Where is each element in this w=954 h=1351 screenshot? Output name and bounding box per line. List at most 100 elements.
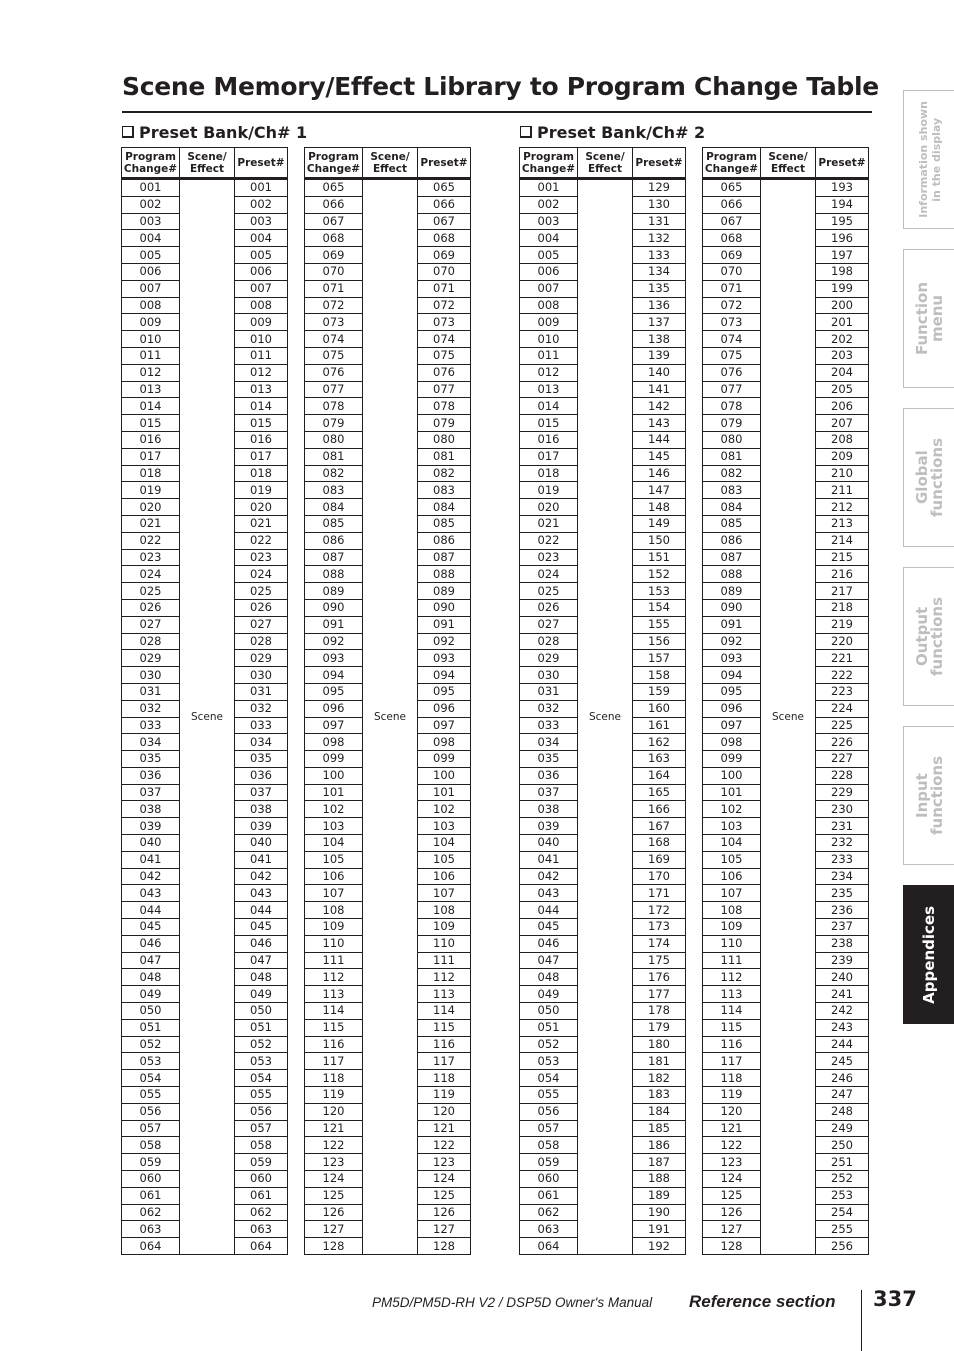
preset-cell: 144: [632, 430, 686, 449]
program-change-cell: 023: [519, 548, 578, 567]
scene-effect-cell: Scene: [362, 178, 418, 1255]
program-change-cell: 053: [121, 1052, 180, 1071]
side-tab-output-functions[interactable]: Output functions: [903, 567, 954, 706]
program-change-cell: 057: [519, 1119, 578, 1138]
preset-cell: 205: [815, 380, 869, 399]
preset-cell: 053: [234, 1052, 288, 1071]
preset-cell: 224: [815, 699, 869, 718]
program-change-cell: 025: [519, 582, 578, 600]
preset-cell: 182: [632, 1069, 686, 1088]
bank-2-table-b: Program Change# Scene/Effect Preset# 065 Scen…: [702, 147, 869, 1255]
preset-cell: 116: [417, 1035, 471, 1054]
preset-cell: 187: [632, 1153, 686, 1172]
program-change-cell: 102: [304, 800, 363, 819]
program-change-cell: 127: [304, 1220, 363, 1239]
program-change-cell: 011: [121, 346, 180, 365]
preset-cell: 226: [815, 733, 869, 752]
preset-cell: 178: [632, 1002, 686, 1020]
preset-cell: 089: [417, 582, 471, 600]
program-change-cell: 038: [121, 800, 180, 819]
header-scene-effect: Scene/Effect: [362, 147, 418, 180]
program-change-cell: 127: [702, 1220, 761, 1239]
program-change-cell: 034: [519, 733, 578, 752]
program-change-cell: 018: [519, 464, 578, 483]
preset-cell: 212: [815, 498, 869, 516]
side-tab-function-menu[interactable]: Function menu: [903, 249, 954, 388]
program-change-cell: 004: [519, 229, 578, 248]
program-change-cell: 119: [304, 1086, 363, 1104]
program-change-cell: 091: [304, 615, 363, 634]
preset-cell: 058: [234, 1136, 288, 1155]
preset-cell: 086: [417, 531, 471, 550]
program-change-cell: 049: [519, 985, 578, 1004]
program-change-cell: 101: [702, 783, 761, 802]
preset-cell: 230: [815, 800, 869, 819]
preset-cell: 227: [815, 750, 869, 768]
program-change-cell: 011: [519, 346, 578, 365]
title-rule: [122, 111, 872, 113]
preset-cell: 143: [632, 414, 686, 432]
preset-cell: 190: [632, 1203, 686, 1222]
program-change-cell: 099: [702, 750, 761, 768]
preset-cell: 170: [632, 867, 686, 886]
table-row: 001 Scene 129: [519, 178, 686, 1255]
preset-cell: 113: [417, 985, 471, 1004]
program-change-cell: 051: [519, 1018, 578, 1037]
program-change-cell: 029: [121, 649, 180, 668]
program-change-cell: 010: [519, 330, 578, 348]
side-tab-appendices[interactable]: Appendices: [903, 885, 954, 1024]
program-change-cell: 061: [121, 1186, 180, 1205]
program-change-cell: 100: [304, 766, 363, 785]
program-change-cell: 109: [702, 918, 761, 936]
program-change-cell: 103: [304, 817, 363, 836]
program-change-cell: 102: [702, 800, 761, 819]
preset-cell: 040: [234, 834, 288, 852]
program-change-cell: 115: [304, 1018, 363, 1037]
preset-cell: 251: [815, 1153, 869, 1172]
preset-cell: 134: [632, 262, 686, 281]
program-change-cell: 019: [519, 481, 578, 500]
preset-cell: 167: [632, 817, 686, 836]
program-change-cell: 038: [519, 800, 578, 819]
preset-cell: 206: [815, 397, 869, 416]
program-change-cell: 115: [702, 1018, 761, 1037]
preset-cell: 005: [234, 246, 288, 264]
program-change-cell: 078: [304, 397, 363, 416]
program-change-cell: 109: [304, 918, 363, 936]
program-change-cell: 046: [121, 934, 180, 953]
preset-cell: 087: [417, 548, 471, 567]
program-change-cell: 051: [121, 1018, 180, 1037]
header-program-change: Program Change#: [702, 147, 761, 180]
preset-cell: 022: [234, 531, 288, 550]
program-change-cell: 064: [121, 1237, 180, 1255]
preset-cell: 201: [815, 313, 869, 332]
program-change-cell: 041: [519, 850, 578, 869]
footer-manual-title: PM5D/PM5D-RH V2 / DSP5D Owner's Manual: [372, 1295, 653, 1310]
preset-cell: 019: [234, 481, 288, 500]
preset-cell: 017: [234, 447, 288, 466]
bank-2-heading-text: Preset Bank/Ch# 2: [537, 123, 706, 142]
program-change-cell: 104: [304, 834, 363, 852]
side-tab-input-functions[interactable]: Input functions: [903, 726, 954, 865]
program-change-cell: 061: [519, 1186, 578, 1205]
program-change-cell: 015: [519, 414, 578, 432]
program-change-cell: 106: [702, 867, 761, 886]
preset-cell: 023: [234, 548, 288, 567]
preset-cell: 062: [234, 1203, 288, 1222]
preset-cell: 035: [234, 750, 288, 768]
program-change-cell: 017: [519, 447, 578, 466]
preset-cell: 095: [417, 682, 471, 701]
side-tab-information-shown[interactable]: Information shown in the display: [903, 90, 954, 229]
preset-cell: 081: [417, 447, 471, 466]
side-tab-label: Appendices: [920, 905, 938, 1004]
program-change-cell: 069: [304, 246, 363, 264]
program-change-cell: 046: [519, 934, 578, 953]
program-change-cell: 125: [304, 1186, 363, 1205]
table-header-row: Program Change# Scene/Effect Preset#: [702, 147, 869, 180]
preset-cell: 138: [632, 330, 686, 348]
preset-cell: 016: [234, 430, 288, 449]
preset-cell: 092: [417, 632, 471, 651]
program-change-cell: 002: [121, 195, 180, 214]
preset-cell: 162: [632, 733, 686, 752]
side-tab-global-functions[interactable]: Global functions: [903, 408, 954, 547]
